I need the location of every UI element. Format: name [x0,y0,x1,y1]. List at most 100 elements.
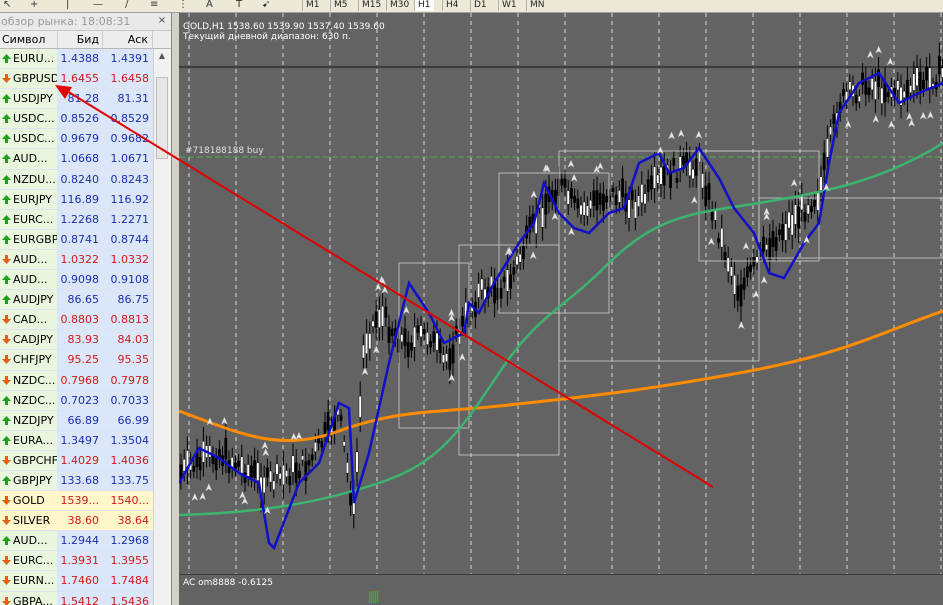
table-row[interactable]: AUD... 1.2944 1.2968 [0,531,154,552]
fibonacci-icon[interactable]: ⋮ [178,0,188,12]
symbol-cell: AUD... [0,249,57,270]
symbol-name: GBPCHF [13,453,57,467]
bid-cell: 1.5412 [56,591,102,605]
fractal-marker [886,57,894,66]
candle-body [301,455,305,461]
fractal-marker [742,241,750,251]
bid-cell: 1.4029 [56,450,102,470]
table-row[interactable]: AUD... 1.0322 1.0332 [0,249,154,271]
table-row[interactable]: CHFJPY 95.25 95.35 [0,350,154,371]
table-row[interactable]: EURJPY 116.89 116.92 [0,189,154,210]
column-ask[interactable]: Аск [103,31,153,48]
price-chart[interactable]: GOLD,H1 1538.60 1539.90 1537.40 1539.60 … [179,13,943,605]
table-row[interactable]: GBPCHF 1.4029 1.4036 [0,450,154,471]
table-row[interactable]: EURC... 1.3931 1.3955 [0,551,154,572]
candle-body [323,422,327,436]
symbol-name: NZDC... [13,373,56,387]
candle-body [288,475,292,486]
column-bid[interactable]: Бид [58,31,103,48]
candle-body [253,460,257,478]
bid-cell: 81.28 [56,89,102,109]
candle-body [822,152,826,171]
table-row[interactable]: AUD... 0.9098 0.9108 [0,270,154,291]
symbol-name: EURU... [13,52,55,65]
symbol-cell: NZDC... [0,390,57,410]
indicator-separator[interactable] [179,574,943,575]
table-row[interactable]: GBPUSD 1.6455 1.6458 [0,69,154,90]
timeframe-m5[interactable]: M5 [330,0,351,11]
arrow-up-icon [2,395,11,405]
table-row[interactable]: USDJPY 81.28 81.31 [0,89,154,110]
table-row[interactable]: USDC... 0.9679 0.9682 [0,129,154,150]
candle-body [918,71,922,91]
fractal-marker [361,367,369,376]
cursor-icon[interactable]: ↖ [3,0,11,12]
timeframe-mn[interactable]: MN [526,0,548,11]
table-row[interactable]: GBPJPY 133.68 133.75 [0,470,154,492]
text-label-icon[interactable]: T [236,0,242,12]
table-row[interactable]: EURGBP 0.8741 0.8744 [0,229,154,250]
fractal-marker [690,195,698,205]
table-row[interactable]: CADJPY 83.93 84.03 [0,330,154,351]
bid-cell: 38.60 [56,511,102,531]
bid-cell: 1.0668 [56,149,102,169]
table-row[interactable]: NZDC... 0.7968 0.7978 [0,370,154,391]
candle-body [589,200,592,210]
column-symbol[interactable]: Символ [0,31,58,48]
scroll-up-icon[interactable]: ▲ [156,51,168,63]
timeframe-d1[interactable]: D1 [470,0,490,11]
fractal-marker [707,237,715,246]
timeframe-m15[interactable]: M15 [358,0,384,11]
table-row[interactable]: EURN... 1.7460 1.7484 [0,571,154,592]
candle-body [269,470,273,483]
horizontal-line-icon[interactable]: — [93,0,103,12]
symbol-cell: EURC... [0,551,57,571]
table-row[interactable]: GBPA... 1.5412 1.5436 [0,591,154,605]
timeframe-m1[interactable]: M1 [302,0,323,11]
symbol-name: NZDJPY [13,413,54,427]
table-row[interactable]: AUDJPY 86.65 86.75 [0,290,154,311]
market-watch-scrollbar[interactable]: ▲ [153,49,171,605]
fractal-marker [402,305,410,315]
table-row[interactable]: SILVER 38.60 38.64 [0,511,154,532]
timeframe-h1[interactable]: H1 [414,0,434,11]
candle-body [313,442,317,452]
table-row[interactable]: EURC... 1.2268 1.2271 [0,209,154,230]
table-row[interactable]: CAD... 0.8803 0.8813 [0,310,154,331]
channel-icon[interactable]: ≡ [150,0,158,12]
candle-body [355,451,359,473]
arrow-down-icon [2,496,11,506]
crosshair-icon[interactable]: + [30,0,38,12]
table-row[interactable]: AUD... 1.0668 1.0671 [0,149,154,170]
chart-toolbar: ↖ + | — / ≡ ⋮ A T ➹ M1 M5 M15 M30 H1 H4 … [0,0,943,13]
timeframe-m30[interactable]: M30 [386,0,412,11]
scroll-thumb[interactable] [156,77,168,159]
table-row[interactable]: EURU... 1.4388 1.4391 [0,49,154,70]
candle-body [560,178,564,186]
candle-body [445,353,448,362]
symbol-cell: USDJPY [0,89,57,109]
table-row[interactable]: NZDC... 0.7023 0.7033 [0,390,154,411]
candle-body [630,190,634,201]
table-row[interactable]: NZDU... 0.8240 0.8243 [0,169,154,190]
candle-body [829,126,833,135]
close-icon[interactable]: × [156,15,168,27]
text-icon[interactable]: A [206,0,213,12]
candle-body [870,78,874,91]
timeframe-h4[interactable]: H4 [442,0,462,11]
trendline-icon[interactable]: / [125,0,128,12]
candle-body [701,173,705,189]
table-row[interactable]: NZDJPY 66.89 66.99 [0,410,154,431]
arrows-icon[interactable]: ➹ [262,0,270,12]
table-row[interactable]: GOLD 1539... 1540... [0,491,154,512]
market-watch-header: Символ Бид Аск [0,31,171,49]
symbol-name: CHFJPY [13,353,52,367]
table-row[interactable]: EURA... 1.3497 1.3504 [0,430,154,451]
symbol-name: EURA... [13,433,54,447]
vertical-line-icon[interactable]: | [66,0,69,12]
timeframe-w1[interactable]: W1 [498,0,520,11]
chart-range-line: Текущий дневной диапазон: 630 п. [183,32,351,42]
candle-body [598,192,602,205]
table-row[interactable]: USDC... 0.8526 0.8529 [0,109,154,130]
symbol-name: GBPJPY [13,473,53,487]
